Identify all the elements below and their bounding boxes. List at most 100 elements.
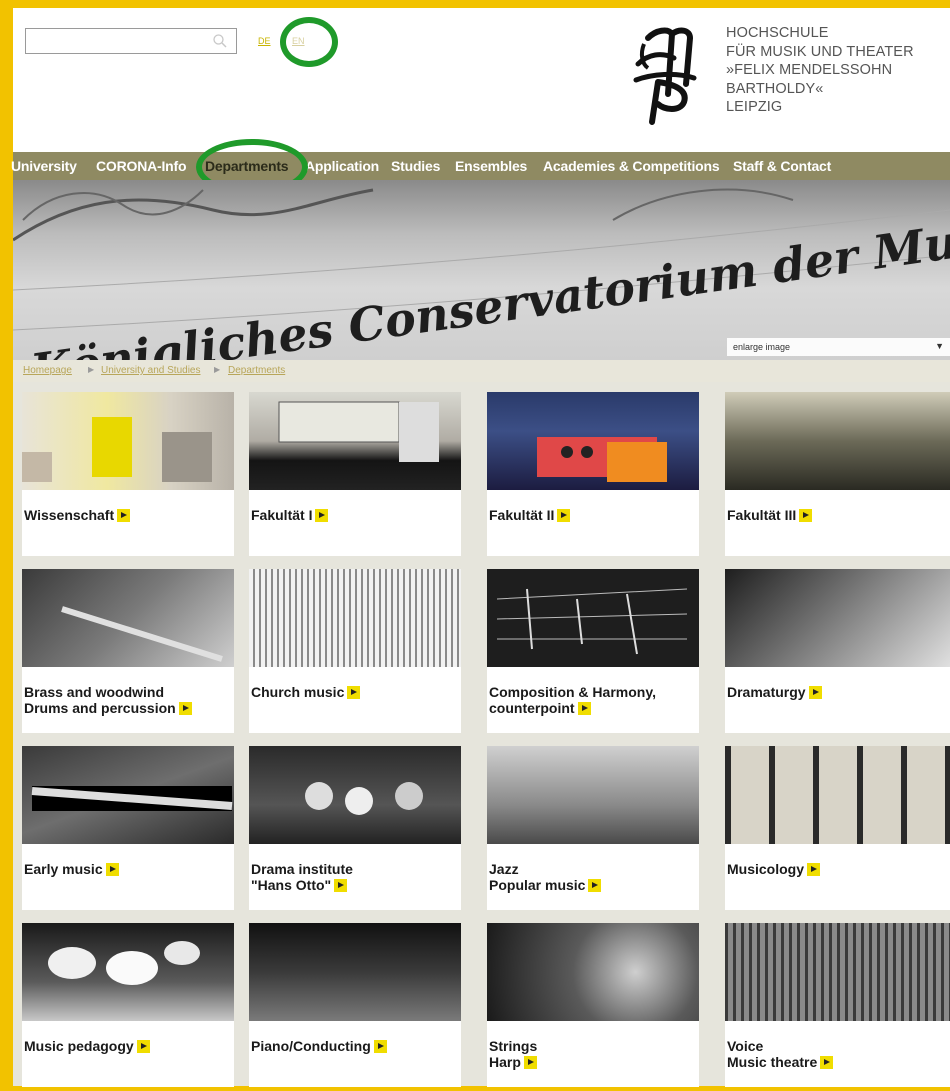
department-label[interactable]: Composition & Harmony, counterpoint bbox=[489, 684, 656, 716]
school-name-line: BARTHOLDY« bbox=[726, 80, 824, 97]
banner-ornament: Königliches Conservatorium der Musik zu … bbox=[13, 180, 950, 360]
department-label-line: Fakultät III bbox=[727, 507, 797, 523]
department-image bbox=[22, 923, 234, 1021]
page-frame-top bbox=[0, 0, 950, 8]
arrow-right-icon bbox=[807, 863, 821, 876]
breadcrumb-university-studies[interactable]: University and Studies bbox=[101, 365, 201, 376]
school-name: HOCHSCHULE FÜR MUSIK UND THEATER »FELIX … bbox=[726, 24, 914, 117]
department-card[interactable]: Piano/Conducting bbox=[249, 923, 461, 1087]
arrow-right-icon bbox=[577, 702, 591, 715]
department-card[interactable]: Early music bbox=[22, 746, 234, 910]
school-name-line: LEIPZIG bbox=[726, 99, 783, 115]
department-label[interactable]: Dramaturgy bbox=[727, 684, 822, 700]
department-label[interactable]: Drama institute "Hans Otto" bbox=[251, 861, 353, 893]
nav-item-ensembles[interactable]: Ensembles bbox=[455, 158, 527, 174]
department-image bbox=[22, 569, 234, 667]
school-logo bbox=[633, 27, 697, 125]
department-label[interactable]: Voice Music theatre bbox=[727, 1038, 834, 1070]
department-card[interactable]: Fakultät III bbox=[725, 392, 950, 556]
department-label-line: Fakultät II bbox=[489, 507, 555, 523]
nav-item-academies-competitions[interactable]: Academies & Competitions bbox=[543, 158, 720, 174]
arrow-right-icon bbox=[557, 509, 571, 522]
department-label-line: Composition & Harmony, bbox=[489, 684, 656, 700]
search-icon[interactable] bbox=[212, 33, 228, 49]
department-label[interactable]: Fakultät I bbox=[251, 507, 329, 523]
department-card[interactable]: Musicology bbox=[725, 746, 950, 910]
department-label[interactable]: Strings Harp bbox=[489, 1038, 537, 1070]
department-card[interactable]: Fakultät I bbox=[249, 392, 461, 556]
nav-item-studies[interactable]: Studies bbox=[391, 158, 440, 174]
department-image bbox=[725, 746, 950, 844]
school-name-line: »FELIX MENDELSSOHN bbox=[726, 62, 893, 78]
breadcrumb-homepage[interactable]: Homepage bbox=[23, 365, 72, 376]
department-label-line: Drama institute bbox=[251, 861, 353, 877]
department-label[interactable]: Fakultät II bbox=[489, 507, 571, 523]
department-label-line: Popular music bbox=[489, 877, 586, 893]
banner-text: Königliches Conservatorium der Musik zu … bbox=[26, 180, 950, 360]
language-de-link[interactable]: DE bbox=[258, 36, 271, 46]
department-label-line: Church music bbox=[251, 684, 345, 700]
department-label-line: "Hans Otto" bbox=[251, 877, 332, 893]
nav-item-university[interactable]: University bbox=[11, 158, 77, 174]
department-label[interactable]: Music pedagogy bbox=[24, 1038, 150, 1054]
arrow-right-icon bbox=[136, 1040, 150, 1053]
department-label-line: Musicology bbox=[727, 861, 805, 877]
department-image bbox=[22, 392, 234, 490]
arrow-right-icon bbox=[799, 509, 813, 522]
arrow-right-icon bbox=[373, 1040, 387, 1053]
arrow-right-icon bbox=[117, 509, 131, 522]
department-label[interactable]: Piano/Conducting bbox=[251, 1038, 387, 1054]
department-card[interactable]: Drama institute "Hans Otto" bbox=[249, 746, 461, 910]
department-label[interactable]: Brass and woodwind Drums and percussion bbox=[24, 684, 192, 716]
department-label-line: Piano/Conducting bbox=[251, 1038, 371, 1054]
department-label[interactable]: Wissenschaft bbox=[24, 507, 131, 523]
breadcrumb-separator-icon: ▶ bbox=[214, 365, 221, 374]
arrow-right-icon bbox=[178, 702, 192, 715]
school-name-line: HOCHSCHULE bbox=[726, 25, 829, 41]
search-input[interactable] bbox=[25, 28, 237, 54]
department-card[interactable]: Strings Harp bbox=[487, 923, 699, 1087]
department-card[interactable]: Voice Music theatre bbox=[725, 923, 950, 1087]
enlarge-image-button[interactable]: enlarge image ▼ bbox=[727, 338, 950, 356]
department-label[interactable]: Church music bbox=[251, 684, 361, 700]
department-image bbox=[487, 923, 699, 1021]
department-card[interactable]: Brass and woodwind Drums and percussion bbox=[22, 569, 234, 733]
department-image bbox=[249, 392, 461, 490]
department-image bbox=[249, 746, 461, 844]
arrow-right-icon bbox=[588, 879, 602, 892]
department-label-line: Brass and woodwind bbox=[24, 684, 165, 700]
arrow-right-icon bbox=[315, 509, 329, 522]
arrow-right-icon bbox=[523, 1056, 537, 1069]
department-card[interactable]: Fakultät II bbox=[487, 392, 699, 556]
department-label-line: Dramaturgy bbox=[727, 684, 806, 700]
department-label-line: Drums and percussion bbox=[24, 700, 176, 716]
department-label[interactable]: Jazz Popular music bbox=[489, 861, 602, 893]
department-label-line: Wissenschaft bbox=[24, 507, 115, 523]
arrow-right-icon bbox=[347, 686, 361, 699]
breadcrumb-separator-icon: ▶ bbox=[88, 365, 95, 374]
school-name-line: FÜR MUSIK UND THEATER bbox=[726, 43, 914, 60]
hero-banner: Königliches Conservatorium der Musik zu … bbox=[13, 180, 950, 360]
annotation-circle-en bbox=[280, 17, 338, 67]
department-card[interactable]: Dramaturgy bbox=[725, 569, 950, 733]
department-image bbox=[725, 569, 950, 667]
department-image bbox=[487, 569, 699, 667]
arrow-right-icon bbox=[808, 686, 822, 699]
department-card[interactable]: Church music bbox=[249, 569, 461, 733]
department-card[interactable]: Jazz Popular music bbox=[487, 746, 699, 910]
nav-item-staff-contact[interactable]: Staff & Contact bbox=[733, 158, 831, 174]
department-card[interactable]: Music pedagogy bbox=[22, 923, 234, 1087]
nav-item-corona-info[interactable]: CORONA-Info bbox=[96, 158, 187, 174]
department-image bbox=[249, 569, 461, 667]
department-label-line: Early music bbox=[24, 861, 103, 877]
department-card[interactable]: Wissenschaft bbox=[22, 392, 234, 556]
enlarge-image-label: enlarge image bbox=[733, 342, 791, 352]
department-label-line: Fakultät I bbox=[251, 507, 313, 523]
breadcrumb-departments[interactable]: Departments bbox=[228, 365, 285, 376]
nav-item-application[interactable]: Application bbox=[305, 158, 379, 174]
department-label[interactable]: Early music bbox=[24, 861, 119, 877]
department-label[interactable]: Musicology bbox=[727, 861, 821, 877]
department-card[interactable]: Composition & Harmony, counterpoint bbox=[487, 569, 699, 733]
department-label[interactable]: Fakultät III bbox=[727, 507, 813, 523]
department-image bbox=[725, 392, 950, 490]
